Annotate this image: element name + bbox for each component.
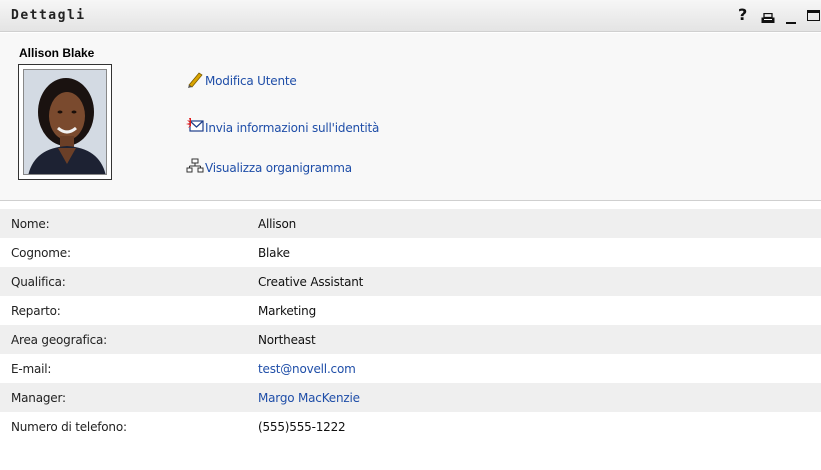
help-icon[interactable]: ? <box>738 5 747 24</box>
detail-value: (555)555-1222 <box>258 420 346 434</box>
detail-label: Manager: <box>11 391 66 405</box>
detail-label: Nome: <box>11 217 50 231</box>
edit-user-action[interactable]: Modifica Utente <box>186 70 297 88</box>
user-photo-frame <box>18 64 112 180</box>
send-identity-link[interactable]: Invia informazioni sull'identità <box>205 121 379 135</box>
detail-label: E-mail: <box>11 362 52 376</box>
detail-row-last-name: Cognome: Blake <box>0 238 821 267</box>
detail-row-title: Qualifica: Creative Assistant <box>0 267 821 296</box>
detail-row-phone: Numero di telefono: (555)555-1222 <box>0 412 821 441</box>
detail-value: Allison <box>258 217 297 231</box>
edit-user-link[interactable]: Modifica Utente <box>205 74 297 88</box>
portlet-title: Dettagli <box>11 8 86 23</box>
org-chart-icon <box>186 158 204 173</box>
detail-value: Blake <box>258 246 290 260</box>
user-photo <box>23 69 107 175</box>
detail-label: Area geografica: <box>11 333 108 347</box>
detail-row-department: Reparto: Marketing <box>0 296 821 325</box>
minimize-icon[interactable] <box>785 10 797 24</box>
maximize-icon[interactable] <box>807 10 820 21</box>
manager-link[interactable]: Margo MacKenzie <box>258 391 360 405</box>
detail-label: Cognome: <box>11 246 71 260</box>
org-chart-link[interactable]: Visualizza organigramma <box>205 161 352 175</box>
user-name: Allison Blake <box>19 46 95 60</box>
detail-label: Reparto: <box>11 304 61 318</box>
org-chart-action[interactable]: Visualizza organigramma <box>186 157 352 175</box>
send-identity-action[interactable]: Invia informazioni sull'identità <box>186 117 379 135</box>
detail-label: Qualifica: <box>11 275 66 289</box>
detail-value: Creative Assistant <box>258 275 364 289</box>
portlet-titlebar: Dettagli ? <box>0 0 821 32</box>
email-link[interactable]: test@novell.com <box>258 362 356 376</box>
detail-row-first-name: Nome: Allison <box>0 209 821 238</box>
user-summary-panel: Allison Blake Modifica Utente Invia info… <box>0 33 821 201</box>
detail-row-email: E-mail: test@novell.com <box>0 354 821 383</box>
envelope-icon <box>186 118 204 132</box>
user-details-table: Nome: Allison Cognome: Blake Qualifica: … <box>0 209 821 441</box>
pencil-icon <box>188 72 203 88</box>
detail-row-region: Area geografica: Northeast <box>0 325 821 354</box>
print-icon[interactable] <box>761 10 775 23</box>
detail-label: Numero di telefono: <box>11 420 127 434</box>
detail-value: Northeast <box>258 333 316 347</box>
detail-row-manager: Manager: Margo MacKenzie <box>0 383 821 412</box>
detail-value: Marketing <box>258 304 317 318</box>
